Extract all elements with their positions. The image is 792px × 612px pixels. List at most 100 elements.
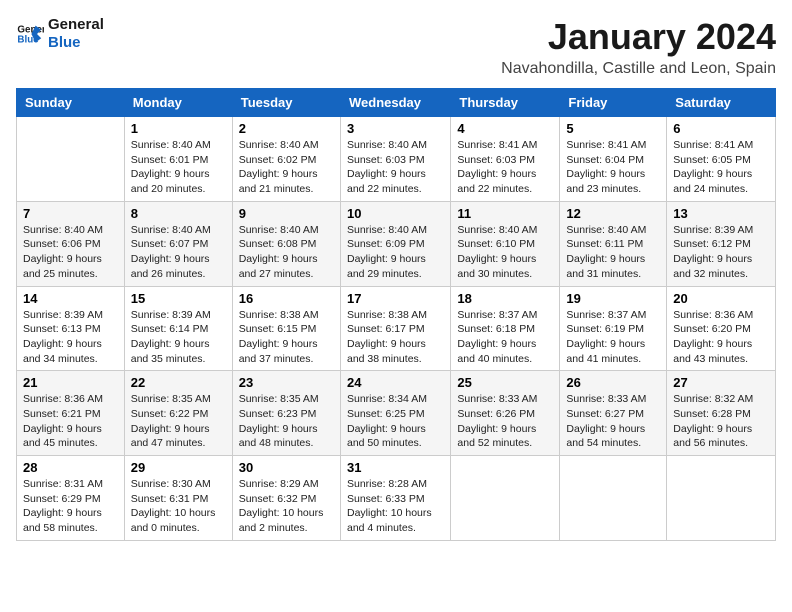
calendar-body: 1 Sunrise: 8:40 AM Sunset: 6:01 PM Daylig…	[17, 117, 776, 541]
calendar-cell: 20 Sunrise: 8:36 AM Sunset: 6:20 PM Dayli…	[667, 286, 776, 371]
day-info: Sunrise: 8:37 AM Sunset: 6:19 PM Dayligh…	[566, 308, 660, 367]
calendar-cell: 26 Sunrise: 8:33 AM Sunset: 6:27 PM Dayli…	[560, 371, 667, 456]
day-info: Sunrise: 8:40 AM Sunset: 6:02 PM Dayligh…	[239, 138, 334, 197]
header-cell-tuesday: Tuesday	[232, 89, 340, 117]
day-info: Sunrise: 8:28 AM Sunset: 6:33 PM Dayligh…	[347, 477, 444, 536]
calendar-cell: 15 Sunrise: 8:39 AM Sunset: 6:14 PM Dayli…	[124, 286, 232, 371]
header-cell-friday: Friday	[560, 89, 667, 117]
calendar-cell	[451, 456, 560, 541]
day-info: Sunrise: 8:39 AM Sunset: 6:13 PM Dayligh…	[23, 308, 118, 367]
day-number: 13	[673, 206, 769, 221]
day-number: 8	[131, 206, 226, 221]
day-info: Sunrise: 8:38 AM Sunset: 6:15 PM Dayligh…	[239, 308, 334, 367]
calendar-cell: 10Sunrise: 8:40 AM Sunset: 6:09 PM Dayli…	[340, 201, 450, 286]
day-info: Sunrise: 8:40 AM Sunset: 6:11 PM Dayligh…	[566, 223, 660, 282]
header-cell-monday: Monday	[124, 89, 232, 117]
calendar-cell: 24Sunrise: 8:34 AM Sunset: 6:25 PM Dayli…	[340, 371, 450, 456]
day-info: Sunrise: 8:29 AM Sunset: 6:32 PM Dayligh…	[239, 477, 334, 536]
calendar-cell: 29 Sunrise: 8:30 AM Sunset: 6:31 PM Dayli…	[124, 456, 232, 541]
calendar-cell: 22 Sunrise: 8:35 AM Sunset: 6:22 PM Dayli…	[124, 371, 232, 456]
day-number: 16	[239, 291, 334, 306]
calendar-cell: 4 Sunrise: 8:41 AM Sunset: 6:03 PM Daylig…	[451, 117, 560, 202]
day-info: Sunrise: 8:40 AM Sunset: 6:01 PM Dayligh…	[131, 138, 226, 197]
day-info: Sunrise: 8:30 AM Sunset: 6:31 PM Dayligh…	[131, 477, 226, 536]
calendar-cell: 23 Sunrise: 8:35 AM Sunset: 6:23 PM Dayli…	[232, 371, 340, 456]
title-area: January 2024 Navahondilla, Castille and …	[501, 16, 776, 78]
logo-text-line1: General	[48, 16, 104, 34]
day-number: 22	[131, 375, 226, 390]
calendar-cell: 11Sunrise: 8:40 AM Sunset: 6:10 PM Dayli…	[451, 201, 560, 286]
calendar-cell: 16 Sunrise: 8:38 AM Sunset: 6:15 PM Dayli…	[232, 286, 340, 371]
calendar-cell: 1 Sunrise: 8:40 AM Sunset: 6:01 PM Daylig…	[124, 117, 232, 202]
day-info: Sunrise: 8:35 AM Sunset: 6:22 PM Dayligh…	[131, 392, 226, 451]
calendar-cell: 28 Sunrise: 8:31 AM Sunset: 6:29 PM Dayli…	[17, 456, 125, 541]
calendar-cell: 13Sunrise: 8:39 AM Sunset: 6:12 PM Dayli…	[667, 201, 776, 286]
day-number: 17	[347, 291, 444, 306]
calendar-cell: 14 Sunrise: 8:39 AM Sunset: 6:13 PM Dayli…	[17, 286, 125, 371]
calendar-cell: 17 Sunrise: 8:38 AM Sunset: 6:17 PM Dayli…	[340, 286, 450, 371]
day-number: 20	[673, 291, 769, 306]
day-number: 3	[347, 121, 444, 136]
day-number: 26	[566, 375, 660, 390]
calendar-cell: 25 Sunrise: 8:33 AM Sunset: 6:26 PM Dayli…	[451, 371, 560, 456]
day-info: Sunrise: 8:40 AM Sunset: 6:06 PM Dayligh…	[23, 223, 118, 282]
logo-text-line2: Blue	[48, 34, 104, 52]
calendar-week-row: 7 Sunrise: 8:40 AM Sunset: 6:06 PM Daylig…	[17, 201, 776, 286]
calendar-cell: 12Sunrise: 8:40 AM Sunset: 6:11 PM Dayli…	[560, 201, 667, 286]
day-number: 7	[23, 206, 118, 221]
day-info: Sunrise: 8:40 AM Sunset: 6:10 PM Dayligh…	[457, 223, 553, 282]
day-number: 18	[457, 291, 553, 306]
calendar-cell: 27 Sunrise: 8:32 AM Sunset: 6:28 PM Dayli…	[667, 371, 776, 456]
day-number: 23	[239, 375, 334, 390]
day-number: 25	[457, 375, 553, 390]
calendar-header-row: SundayMondayTuesdayWednesdayThursdayFrid…	[17, 89, 776, 117]
day-number: 19	[566, 291, 660, 306]
day-info: Sunrise: 8:38 AM Sunset: 6:17 PM Dayligh…	[347, 308, 444, 367]
day-info: Sunrise: 8:40 AM Sunset: 6:07 PM Dayligh…	[131, 223, 226, 282]
day-number: 6	[673, 121, 769, 136]
month-title: January 2024	[501, 16, 776, 58]
calendar-cell: 9 Sunrise: 8:40 AM Sunset: 6:08 PM Daylig…	[232, 201, 340, 286]
day-info: Sunrise: 8:36 AM Sunset: 6:21 PM Dayligh…	[23, 392, 118, 451]
calendar-week-row: 1 Sunrise: 8:40 AM Sunset: 6:01 PM Daylig…	[17, 117, 776, 202]
day-info: Sunrise: 8:41 AM Sunset: 6:04 PM Dayligh…	[566, 138, 660, 197]
calendar-cell: 18Sunrise: 8:37 AM Sunset: 6:18 PM Dayli…	[451, 286, 560, 371]
day-info: Sunrise: 8:39 AM Sunset: 6:14 PM Dayligh…	[131, 308, 226, 367]
day-info: Sunrise: 8:40 AM Sunset: 6:08 PM Dayligh…	[239, 223, 334, 282]
day-number: 24	[347, 375, 444, 390]
day-number: 4	[457, 121, 553, 136]
day-info: Sunrise: 8:33 AM Sunset: 6:27 PM Dayligh…	[566, 392, 660, 451]
day-number: 5	[566, 121, 660, 136]
calendar-week-row: 21Sunrise: 8:36 AM Sunset: 6:21 PM Dayli…	[17, 371, 776, 456]
calendar-week-row: 14 Sunrise: 8:39 AM Sunset: 6:13 PM Dayli…	[17, 286, 776, 371]
day-info: Sunrise: 8:41 AM Sunset: 6:03 PM Dayligh…	[457, 138, 553, 197]
day-number: 9	[239, 206, 334, 221]
day-number: 27	[673, 375, 769, 390]
calendar-cell: 6Sunrise: 8:41 AM Sunset: 6:05 PM Daylig…	[667, 117, 776, 202]
day-info: Sunrise: 8:36 AM Sunset: 6:20 PM Dayligh…	[673, 308, 769, 367]
calendar-cell: 7 Sunrise: 8:40 AM Sunset: 6:06 PM Daylig…	[17, 201, 125, 286]
calendar-cell: 2 Sunrise: 8:40 AM Sunset: 6:02 PM Daylig…	[232, 117, 340, 202]
header: General Blue General Blue January 2024 N…	[16, 16, 776, 78]
header-cell-sunday: Sunday	[17, 89, 125, 117]
calendar-cell	[667, 456, 776, 541]
calendar-cell	[560, 456, 667, 541]
day-number: 14	[23, 291, 118, 306]
day-info: Sunrise: 8:31 AM Sunset: 6:29 PM Dayligh…	[23, 477, 118, 536]
day-number: 1	[131, 121, 226, 136]
day-number: 10	[347, 206, 444, 221]
day-number: 28	[23, 460, 118, 475]
day-info: Sunrise: 8:33 AM Sunset: 6:26 PM Dayligh…	[457, 392, 553, 451]
calendar-cell: 3Sunrise: 8:40 AM Sunset: 6:03 PM Daylig…	[340, 117, 450, 202]
calendar-cell: 30Sunrise: 8:29 AM Sunset: 6:32 PM Dayli…	[232, 456, 340, 541]
header-cell-wednesday: Wednesday	[340, 89, 450, 117]
day-number: 29	[131, 460, 226, 475]
day-number: 31	[347, 460, 444, 475]
calendar-cell: 31 Sunrise: 8:28 AM Sunset: 6:33 PM Dayli…	[340, 456, 450, 541]
day-info: Sunrise: 8:35 AM Sunset: 6:23 PM Dayligh…	[239, 392, 334, 451]
day-number: 15	[131, 291, 226, 306]
calendar-cell: 19 Sunrise: 8:37 AM Sunset: 6:19 PM Dayli…	[560, 286, 667, 371]
calendar-cell: 8 Sunrise: 8:40 AM Sunset: 6:07 PM Daylig…	[124, 201, 232, 286]
day-info: Sunrise: 8:32 AM Sunset: 6:28 PM Dayligh…	[673, 392, 769, 451]
day-number: 2	[239, 121, 334, 136]
